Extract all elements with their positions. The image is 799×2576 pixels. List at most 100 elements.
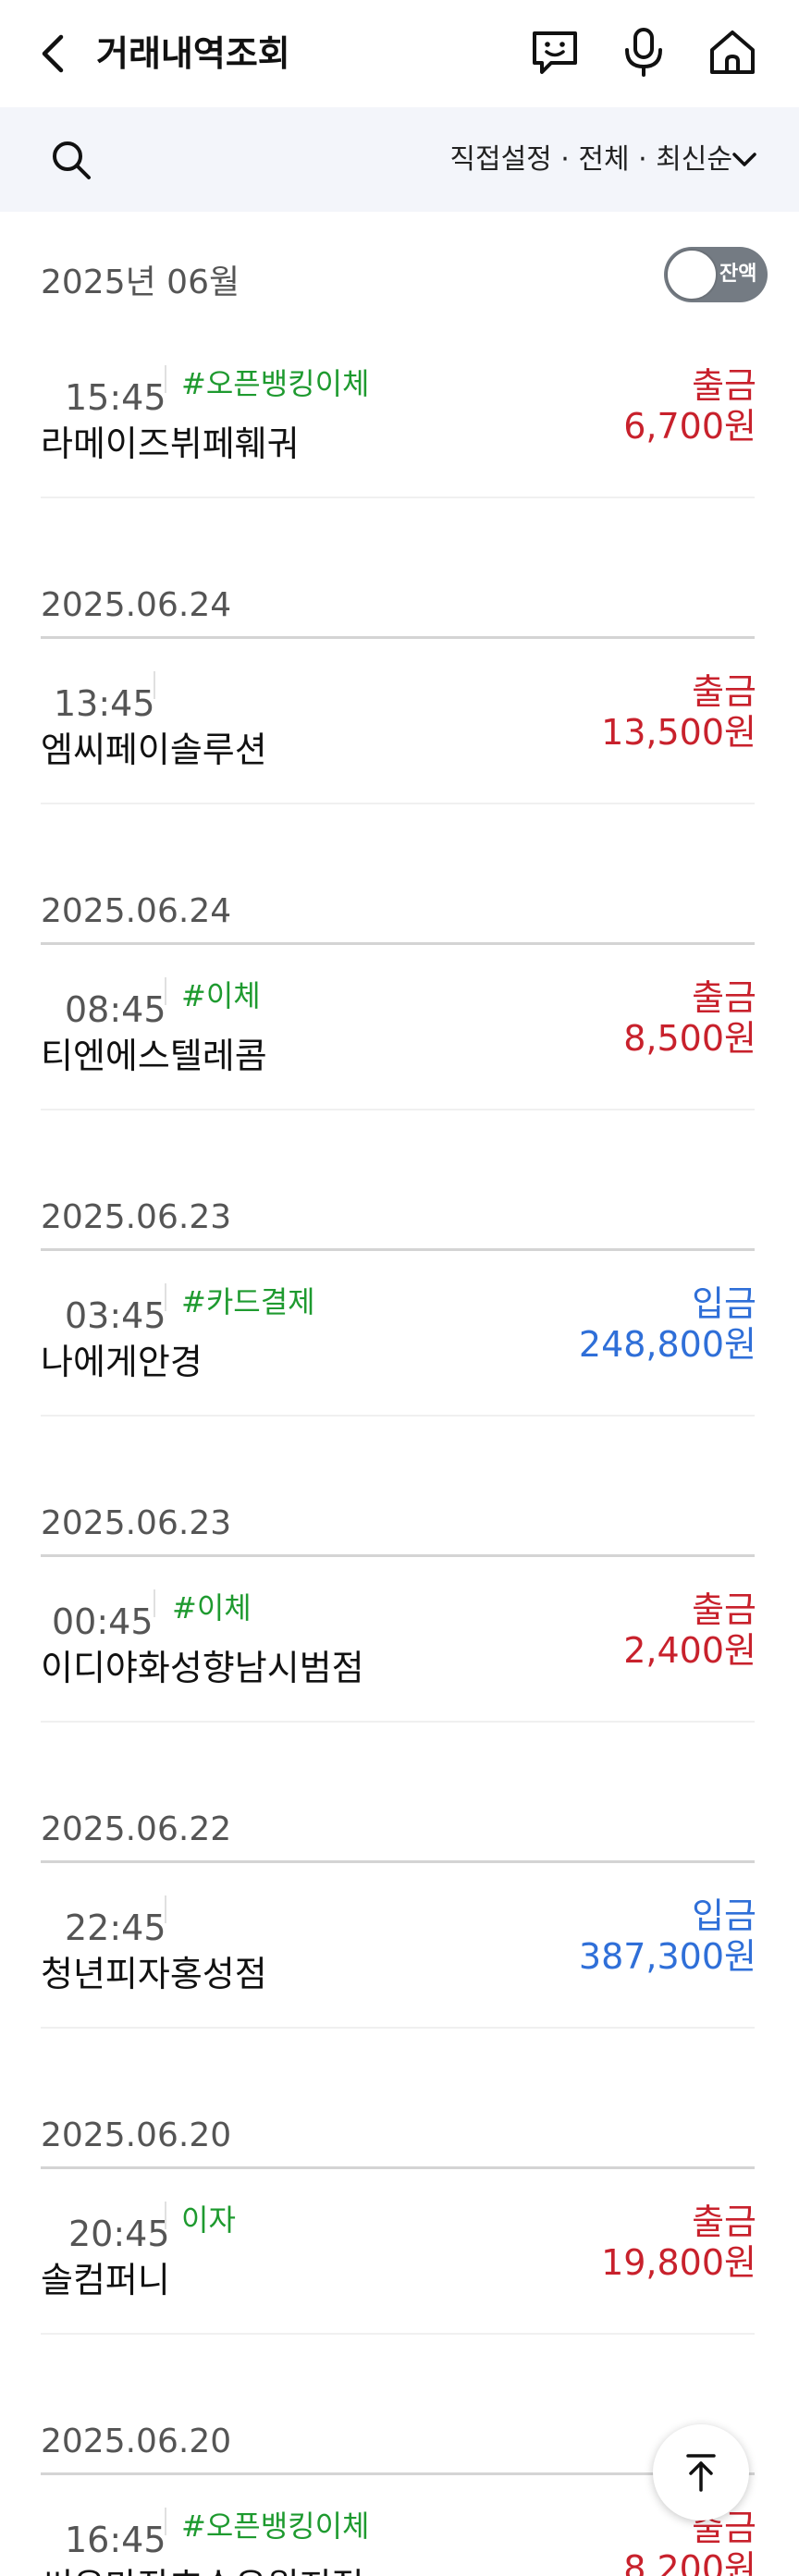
time-separator [154, 1589, 155, 1617]
time-separator [154, 671, 155, 699]
microphone-icon [625, 28, 662, 77]
date-label: 2025.06.23 [41, 1198, 232, 1236]
transaction-item[interactable]: 20:45 이자 솔컴퍼니 출금 19,800원 [0, 2177, 799, 2344]
transaction-list[interactable]: 2025년 06월 잔액 15:45 #오픈뱅킹이체 라메이즈뷔페훼궈 출금 6… [0, 212, 799, 2576]
chat-button[interactable] [527, 24, 583, 80]
search-button[interactable] [48, 137, 94, 183]
date-header: 2025.06.23 [0, 1167, 799, 1269]
time-separator [165, 977, 166, 1005]
chevron-down-icon[interactable] [731, 148, 758, 172]
row-divider [41, 2333, 755, 2335]
transaction-amount: 8,200원 [623, 2548, 756, 2576]
transaction-item[interactable]: 03:45 #카드결제 나에게안경 입금 248,800원 [0, 1259, 799, 1426]
transaction-amount: 387,300원 [578, 1936, 756, 1977]
date-divider [41, 2472, 755, 2475]
date-divider [41, 1860, 755, 1863]
date-label: 2025.06.24 [41, 586, 232, 624]
transaction-type: 출금 [692, 2202, 756, 2242]
month-header: 2025년 06월 잔액 [0, 212, 799, 323]
transaction-type: 출금 [692, 365, 756, 406]
transaction-time: 20:45 [68, 2214, 170, 2254]
home-icon [710, 31, 755, 74]
merchant-name: 청년피자홍성점 [41, 1954, 267, 1994]
filter-summary[interactable]: 직접설정 · 전체 · 최신순 [449, 137, 732, 183]
merchant-name: 솔컴퍼니 [41, 2260, 170, 2300]
date-header: 2025.06.22 [0, 1779, 799, 1881]
month-label: 2025년 06월 [41, 264, 240, 301]
row-divider [41, 497, 755, 498]
transaction-amount: 6,700원 [623, 406, 756, 447]
back-button[interactable] [35, 28, 72, 80]
transaction-item[interactable]: 00:45 #이체 이디야화성향남시범점 출금 2,400원 [0, 1565, 799, 1732]
transaction-tag: 이자 [181, 2202, 236, 2238]
date-divider [41, 1248, 755, 1251]
row-divider [41, 803, 755, 804]
merchant-name: 씨유마장호수유원지점 [41, 2561, 364, 2576]
back-arrow-icon [42, 34, 64, 73]
date-header: 2025.06.24 [0, 861, 799, 963]
voice-button[interactable] [616, 24, 671, 80]
page-title: 거래내역조회 [96, 33, 290, 74]
time-separator [165, 1283, 166, 1311]
transaction-time: 16:45 [65, 2520, 166, 2560]
transaction-time: 08:45 [65, 989, 166, 1030]
transaction-item[interactable]: 08:45 #이체 티엔에스텔레콤 출금 8,500원 [0, 953, 799, 1120]
time-separator [165, 2202, 166, 2229]
row-divider [41, 1721, 755, 1723]
date-label: 2025.06.20 [41, 2423, 232, 2460]
chat-face-icon [533, 31, 577, 74]
row-divider [41, 1415, 755, 1417]
arrow-up-to-top-icon [686, 2454, 716, 2492]
transaction-tag: #오픈뱅킹이체 [181, 366, 370, 401]
date-divider [41, 1554, 755, 1557]
date-divider [41, 942, 755, 945]
merchant-name: 나에게안경 [41, 1342, 203, 1382]
date-label: 2025.06.20 [41, 2116, 232, 2154]
row-divider [41, 2027, 755, 2029]
balance-toggle[interactable]: 잔액 [664, 247, 768, 302]
date-label: 2025.06.23 [41, 1504, 232, 1542]
transaction-type: 출금 [692, 1589, 756, 1630]
transaction-tag: #카드결제 [181, 1284, 315, 1319]
filter-bar: 직접설정 · 전체 · 최신순 [0, 107, 799, 212]
transaction-type: 출금 [692, 671, 756, 712]
toggle-knob [666, 249, 718, 301]
transaction-item[interactable]: 15:45 #오픈뱅킹이체 라메이즈뷔페훼궈 출금 6,700원 [0, 341, 799, 508]
transaction-time: 03:45 [65, 1295, 166, 1336]
transaction-time: 00:45 [52, 1601, 154, 1642]
time-separator [165, 365, 166, 393]
scroll-to-top-button[interactable] [653, 2424, 749, 2521]
transaction-time: 15:45 [65, 377, 166, 418]
transaction-tag: #이체 [172, 1590, 252, 1625]
date-divider [41, 2166, 755, 2169]
merchant-name: 엠씨페이솔루션 [41, 730, 267, 770]
date-header: 2025.06.24 [0, 555, 799, 656]
transaction-amount: 8,500원 [623, 1018, 756, 1059]
row-divider [41, 1109, 755, 1110]
transaction-type: 출금 [692, 977, 756, 1018]
search-icon [53, 141, 91, 179]
date-header: 2025.06.23 [0, 1473, 799, 1575]
merchant-name: 이디야화성향남시범점 [41, 1648, 364, 1688]
transaction-time: 13:45 [54, 683, 155, 724]
transaction-tag: #이체 [181, 978, 261, 1013]
transaction-item[interactable]: 13:45 엠씨페이솔루션 출금 13,500원 [0, 647, 799, 814]
home-button[interactable] [705, 24, 760, 80]
transaction-time: 22:45 [65, 1907, 166, 1948]
transaction-tag: #오픈뱅킹이체 [181, 2509, 370, 2544]
date-header: 2025.06.20 [0, 2085, 799, 2187]
transaction-amount: 13,500원 [601, 712, 756, 753]
date-label: 2025.06.22 [41, 1810, 232, 1848]
transaction-item[interactable]: 22:45 청년피자홍성점 입금 387,300원 [0, 1871, 799, 2038]
time-separator [165, 1895, 166, 1923]
toggle-label: 잔액 [719, 263, 757, 286]
merchant-name: 티엔에스텔레콤 [41, 1036, 267, 1076]
date-divider [41, 636, 755, 639]
time-separator [165, 2508, 166, 2535]
app-header: 거래내역조회 [0, 0, 799, 107]
transaction-amount: 19,800원 [601, 2242, 756, 2283]
date-label: 2025.06.24 [41, 892, 232, 930]
merchant-name: 라메이즈뷔페훼궈 [41, 423, 300, 464]
transaction-type: 입금 [692, 1283, 756, 1324]
transaction-amount: 2,400원 [623, 1630, 756, 1671]
